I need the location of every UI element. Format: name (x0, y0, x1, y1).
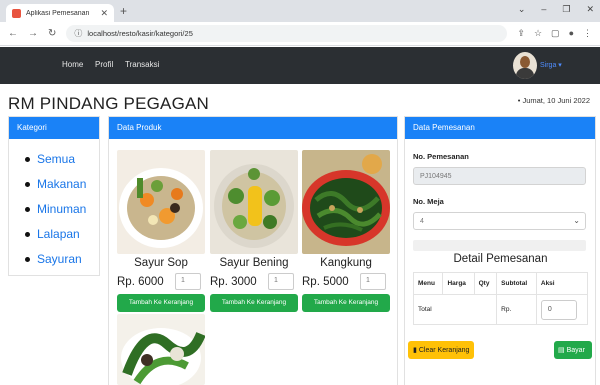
add-to-cart-button[interactable]: Tambah Ke Keranjang (117, 294, 205, 312)
minimize-icon[interactable]: – (541, 4, 546, 15)
browser-toolbar-icons: ⇪ ☆ ▢ ● ⋮ (517, 28, 592, 39)
kategori-item-sayuran[interactable]: Sayuran (25, 252, 99, 266)
clear-cart-label: Clear Keranjang (418, 346, 470, 354)
caret-down-icon: ▾ (558, 62, 562, 69)
forward-icon[interactable]: → (28, 28, 38, 39)
table-header-row: Menu Harga Qty Subtotal Aksi (412, 272, 589, 295)
column-subtotal: Subtotal (496, 272, 537, 295)
user-menu[interactable]: Sirga ▾ (540, 61, 562, 69)
kategori-item-semua[interactable]: Semua (25, 152, 99, 166)
new-tab-icon[interactable]: + (120, 4, 127, 18)
bookmark-star-icon[interactable]: ☆ (534, 28, 542, 39)
total-input[interactable]: 0 (540, 299, 577, 320)
quantity-input[interactable]: 1 (175, 273, 201, 290)
quantity-input[interactable]: 1 (268, 273, 294, 290)
product-name: Sayur Bening (219, 257, 289, 269)
pemesanan-header: Data Pemesanan (405, 117, 595, 139)
window-controls: ⌄ – ❐ ✕ (518, 4, 594, 15)
money-icon: ▤ (558, 347, 565, 354)
no-pemesanan-input: PJ104945 (413, 167, 586, 185)
product-name: Kangkung (320, 257, 372, 269)
avatar[interactable] (513, 52, 537, 79)
column-qty: Qty (473, 272, 498, 295)
kategori-list: Semua Makanan Minuman Lalapan Sayuran (9, 139, 99, 266)
reload-icon[interactable]: ↻ (48, 28, 56, 39)
column-menu: Menu (412, 272, 444, 295)
nav-home[interactable]: Home (62, 60, 83, 69)
date-text: Jumat, 10 Juni 2022 (522, 96, 590, 105)
no-meja-select[interactable]: 4 ⌄ (413, 212, 586, 230)
product-card: Kangkung Rp. 5000 1 Tambah Ke Keranjang (302, 150, 390, 312)
no-pemesanan-label: No. Pemesanan (413, 152, 469, 161)
product-card: Sayur Bening Rp. 3000 1 Tambah Ke Keranj… (210, 150, 298, 312)
column-aksi: Aksi (535, 272, 589, 295)
product-price: Rp. 6000 (117, 275, 164, 288)
total-label: Total (412, 294, 498, 325)
page-title: RM PINDANG PEGAGAN (8, 94, 210, 113)
url-text: localhost/resto/kasir/kategori/25 (87, 29, 193, 38)
detail-pemesanan-title: Detail Pemesanan (453, 253, 548, 265)
profile-icon[interactable]: ● (569, 28, 574, 39)
trash-icon: ▮ (413, 347, 417, 354)
product-image-sayur-sop (117, 150, 205, 254)
kategori-item-makanan[interactable]: Makanan (25, 177, 99, 191)
kategori-item-minuman[interactable]: Minuman (25, 202, 99, 216)
table-row: Total Rp. 0 (412, 294, 589, 325)
column-harga: Harga (442, 272, 475, 295)
produk-header: Data Produk (109, 117, 397, 139)
quantity-input[interactable]: 1 (360, 273, 386, 290)
username: Sirga (540, 62, 557, 69)
url-input[interactable]: ⓘ localhost/resto/kasir/kategori/25 (66, 25, 508, 42)
sidepanel-icon[interactable]: ▢ (551, 28, 560, 39)
app-navbar: Home Profil Transaksi (0, 47, 600, 84)
nav-profil[interactable]: Profil (95, 60, 113, 69)
product-card: Sayur Sop Rp. 6000 1 Tambah Ke Keranjang (117, 150, 205, 312)
back-icon[interactable]: ← (8, 28, 18, 39)
pay-label: Bayar (566, 346, 585, 354)
nav-transaksi[interactable]: Transaksi (125, 60, 159, 69)
browser-tab-bar: Aplikasi Pemesanan ✕ + ⌄ – ❐ ✕ (0, 0, 600, 22)
product-price: Rp. 3000 (210, 275, 257, 288)
pay-button[interactable]: ▤ Bayar (554, 341, 592, 359)
add-to-cart-button[interactable]: Tambah Ke Keranjang (210, 294, 298, 312)
no-meja-value: 4 (413, 212, 586, 230)
browser-address-bar: ← → ↻ ⓘ localhost/resto/kasir/kategori/2… (0, 22, 600, 46)
kategori-item-lalapan[interactable]: Lalapan (25, 227, 99, 241)
product-image-sayur-bening (210, 150, 298, 254)
clear-cart-button[interactable]: ▮ Clear Keranjang (408, 341, 474, 359)
no-meja-label: No. Meja (413, 197, 444, 206)
share-icon[interactable]: ⇪ (517, 28, 525, 39)
browser-tab-title: Aplikasi Pemesanan (26, 9, 90, 17)
app-favicon-icon (12, 8, 21, 18)
product-card (117, 314, 205, 385)
tab-search-icon[interactable]: ⌄ (518, 4, 526, 15)
kategori-header: Kategori (9, 117, 99, 139)
separator-bar (413, 240, 586, 251)
site-info-icon[interactable]: ⓘ (74, 28, 82, 39)
product-name: Sayur Sop (134, 257, 188, 269)
product-price: Rp. 5000 (302, 275, 349, 288)
close-window-icon[interactable]: ✕ (586, 4, 594, 15)
add-to-cart-button[interactable]: Tambah Ke Keranjang (302, 294, 390, 312)
order-table: Menu Harga Qty Subtotal Aksi Total Rp. 0 (412, 272, 589, 325)
product-image-kangkung (302, 150, 390, 254)
product-image-lalapan (117, 314, 205, 385)
maximize-icon[interactable]: ❐ (562, 4, 570, 15)
kategori-panel: Kategori Semua Makanan Minuman Lalapan S… (8, 116, 100, 276)
chevron-down-icon: ⌄ (573, 216, 580, 225)
browser-menu-icon[interactable]: ⋮ (583, 28, 592, 39)
close-tab-icon[interactable]: ✕ (100, 8, 108, 19)
total-currency: Rp. (496, 294, 537, 325)
date-display: • Jumat, 10 Juni 2022 (517, 96, 590, 105)
browser-tab[interactable]: Aplikasi Pemesanan ✕ (6, 4, 114, 22)
